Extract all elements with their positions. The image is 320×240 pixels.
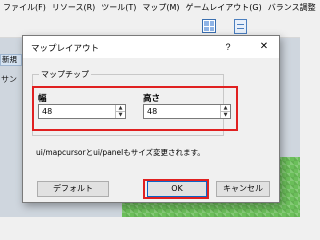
height-label: 高さ xyxy=(143,94,161,104)
grid-view-icon xyxy=(202,19,216,33)
help-button[interactable]: ? xyxy=(220,40,236,54)
resize-note: ui/mapcursorとui/panelもサイズ変更されます。 xyxy=(36,148,205,157)
height-spinbox[interactable]: ▲ ▼ xyxy=(143,104,231,119)
menu-balance[interactable]: バランス調整 xyxy=(265,0,319,15)
height-spin-arrows[interactable]: ▲ ▼ xyxy=(220,105,230,118)
menu-resource[interactable]: リソース(R) xyxy=(49,0,98,15)
menu-tools[interactable]: ツール(T) xyxy=(98,0,139,15)
app-menubar: ファイル(F) リソース(R) ツール(T) マップ(M) ゲームレイアウト(G… xyxy=(0,0,316,15)
left-panel-text: サン xyxy=(1,75,17,84)
width-spinbox[interactable]: ▲ ▼ xyxy=(38,104,126,119)
default-button[interactable]: デフォルト xyxy=(37,181,109,197)
dialog-title: マップレイアウト xyxy=(31,44,100,54)
ok-button[interactable]: OK xyxy=(147,181,207,197)
left-panel-tab[interactable]: 新規 xyxy=(0,54,22,66)
width-spin-arrows[interactable]: ▲ ▼ xyxy=(115,105,125,118)
close-button[interactable]: ✕ xyxy=(256,40,272,54)
toolbar-sheet-button[interactable] xyxy=(230,16,250,36)
height-input[interactable] xyxy=(144,105,220,118)
spin-down-icon[interactable]: ▼ xyxy=(116,111,125,118)
menu-game-layout[interactable]: ゲームレイアウト(G) xyxy=(183,0,265,15)
groupbox-label: マップチップ xyxy=(39,69,91,80)
menu-file[interactable]: ファイル(F) xyxy=(0,0,49,15)
map-layout-dialog: マップレイアウト ? ✕ マップチップ 幅 ▲ ▼ 高さ ▲ ▼ ui/mapc… xyxy=(22,35,280,203)
sheet-icon xyxy=(233,18,247,34)
toolbar-grid-button[interactable] xyxy=(199,16,219,36)
cancel-button[interactable]: キャンセル xyxy=(216,181,270,197)
dialog-titlebar[interactable]: マップレイアウト ? ✕ xyxy=(23,36,279,58)
spin-down-icon[interactable]: ▼ xyxy=(221,111,230,118)
menu-map[interactable]: マップ(M) xyxy=(139,0,182,15)
width-input[interactable] xyxy=(39,105,115,118)
width-label: 幅 xyxy=(38,94,47,104)
